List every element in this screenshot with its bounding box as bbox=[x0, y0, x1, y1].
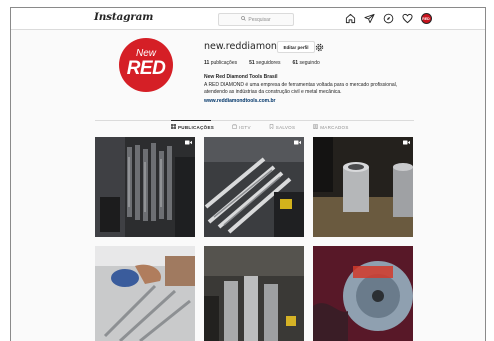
stat-posts-label: publicações bbox=[210, 60, 238, 66]
video-icon bbox=[185, 140, 192, 145]
avatar-logo-red: RED bbox=[126, 58, 166, 79]
activity-icon[interactable] bbox=[401, 13, 413, 25]
stat-followers[interactable]: 51 seguidores bbox=[249, 60, 280, 66]
browser-viewport: Instagram Pesquisar RED New RED new.redd… bbox=[10, 7, 486, 341]
post-thumbnail[interactable] bbox=[95, 137, 195, 237]
tabs-divider bbox=[95, 120, 414, 121]
nav-icons: RED bbox=[344, 12, 432, 25]
tagged-icon bbox=[313, 124, 319, 130]
tab-publicacoes[interactable]: PUBLICAÇÕES bbox=[171, 124, 214, 130]
tab-marcados-label: MARCADOS bbox=[320, 124, 349, 130]
post-thumbnail[interactable] bbox=[204, 246, 304, 341]
post-image bbox=[95, 246, 195, 341]
tab-igtv-label: IGTV bbox=[239, 124, 251, 130]
post-image bbox=[204, 246, 304, 341]
search-icon bbox=[241, 16, 247, 23]
post-thumbnail[interactable] bbox=[313, 246, 413, 341]
instagram-logo[interactable]: Instagram bbox=[94, 11, 153, 23]
tab-igtv[interactable]: IGTV bbox=[232, 123, 251, 130]
tabs-active-indicator bbox=[171, 120, 211, 121]
profile-avatar-small: RED bbox=[420, 13, 432, 24]
post-image bbox=[313, 137, 413, 237]
video-icon bbox=[403, 140, 410, 145]
grid-icon bbox=[171, 124, 176, 130]
explore-icon[interactable] bbox=[382, 13, 394, 25]
post-thumbnail[interactable] bbox=[95, 246, 195, 341]
tab-salvos[interactable]: SALVOS bbox=[269, 124, 295, 130]
stat-following-label: seguindo bbox=[299, 60, 320, 66]
stat-posts-count: 11 bbox=[204, 60, 210, 66]
tab-salvos-label: SALVOS bbox=[275, 124, 296, 130]
profile-avatar[interactable]: New RED bbox=[119, 38, 173, 92]
profile-stats: 11 publicações 51 seguidores 61 seguindo bbox=[204, 60, 332, 66]
edit-profile-button[interactable]: Editar perfil bbox=[277, 41, 315, 53]
home-icon[interactable] bbox=[344, 13, 356, 25]
settings-gear-icon[interactable] bbox=[314, 40, 325, 52]
post-image bbox=[313, 246, 413, 341]
search-input[interactable]: Pesquisar bbox=[218, 13, 294, 26]
post-thumbnail[interactable] bbox=[204, 137, 304, 237]
post-image bbox=[95, 137, 195, 237]
post-image bbox=[204, 137, 304, 237]
top-navigation-bar: Instagram Pesquisar RED bbox=[11, 8, 485, 30]
direct-icon[interactable] bbox=[363, 13, 375, 25]
profile-avatar-icon[interactable]: RED bbox=[420, 13, 432, 25]
igtv-icon bbox=[232, 123, 238, 130]
video-icon bbox=[294, 140, 301, 145]
stat-following[interactable]: 61 seguindo bbox=[293, 60, 320, 66]
stat-followers-label: seguidores bbox=[256, 60, 281, 66]
stat-following-count: 61 bbox=[292, 60, 299, 66]
bio-name: New Red Diamond Tools Brasil bbox=[204, 74, 278, 80]
stat-posts: 11 publicações bbox=[204, 60, 237, 66]
bio-link[interactable]: www.reddiamondtools.com.br bbox=[204, 98, 276, 104]
tab-publicacoes-label: PUBLICAÇÕES bbox=[178, 124, 215, 130]
profile-tabs: PUBLICAÇÕES IGTV SALVOS MARCADOS bbox=[171, 123, 349, 130]
post-thumbnail[interactable] bbox=[313, 137, 413, 237]
profile-username: new.reddiamond bbox=[204, 41, 283, 52]
stat-followers-count: 51 bbox=[249, 60, 255, 66]
search-placeholder: Pesquisar bbox=[248, 16, 271, 23]
bookmark-icon bbox=[269, 124, 274, 130]
bio-text: A RED DIAMOND é uma empresa de ferrament… bbox=[204, 82, 398, 95]
tab-marcados[interactable]: MARCADOS bbox=[313, 124, 348, 130]
